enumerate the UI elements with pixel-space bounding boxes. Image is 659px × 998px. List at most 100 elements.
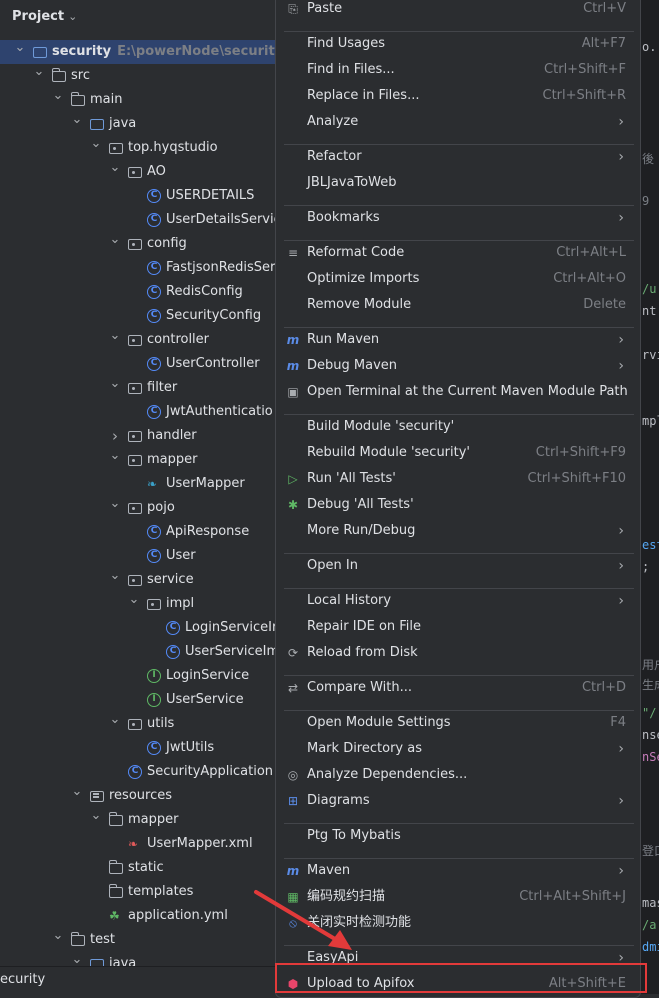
tree-item-label: JwtAuthenticatio [166, 404, 273, 419]
chevron-down-icon[interactable]: ⌄ [109, 232, 121, 252]
tree-row[interactable]: ⌄ AO [0, 160, 275, 184]
tree-row[interactable]: ⌄ utils [0, 712, 275, 736]
tree-row[interactable]: C SecurityConfig [0, 304, 275, 328]
menu-item-repair-ide-on-file[interactable]: Repair IDE on File [284, 614, 634, 640]
tree-row[interactable]: ⌄ controller [0, 328, 275, 352]
tree-row[interactable]: ❧ UserMapper [0, 472, 275, 496]
chevron-down-icon[interactable]: ⌄ [90, 808, 102, 828]
menu-item-shortcut: Delete [583, 297, 626, 312]
tree-row[interactable]: C UserController [0, 352, 275, 376]
menu-item-refactor[interactable]: Refactor › [284, 144, 634, 170]
chevron-down-icon[interactable]: ⌄ [109, 712, 121, 732]
menu-item-find-in-files[interactable]: Find in Files... Ctrl+Shift+F [284, 57, 634, 83]
menu-item-analyze-dependencies[interactable]: ◎ Analyze Dependencies... [284, 762, 634, 788]
tree-row[interactable]: C UserServiceIm [0, 640, 275, 664]
tree-row[interactable]: ⌄ impl [0, 592, 275, 616]
tree-row[interactable]: ⌄ resources [0, 784, 275, 808]
tree-row[interactable]: C SecurityApplication [0, 760, 275, 784]
tree-row[interactable]: I LoginService [0, 664, 275, 688]
tree-row[interactable]: C RedisConfig [0, 280, 275, 304]
chevron-down-icon[interactable]: ⌄ [33, 64, 45, 84]
menu-item-local-history[interactable]: Local History › [284, 588, 634, 614]
chevron-down-icon[interactable]: ⌄ [68, 10, 77, 23]
tree-row[interactable]: › handler [0, 424, 275, 448]
tree-row[interactable]: ⌄ main [0, 88, 275, 112]
menu-item-optimize-imports[interactable]: Optimize Imports Ctrl+Alt+O [284, 266, 634, 292]
tree-row[interactable]: ⌄ security E:\powerNode\security [0, 40, 275, 64]
chevron-down-icon[interactable]: ⌄ [90, 136, 102, 156]
chevron-right-icon[interactable]: › [109, 424, 121, 448]
tree-row[interactable]: ⌄ config [0, 232, 275, 256]
tree-row[interactable]: static [0, 856, 275, 880]
chevron-down-icon[interactable]: ⌄ [14, 40, 26, 60]
chevron-down-icon[interactable]: ⌄ [52, 928, 64, 948]
menu-item-run-maven[interactable]: m Run Maven › [284, 327, 634, 353]
menu-item-open-in[interactable]: Open In › [284, 553, 634, 579]
menu-item-replace-in-files[interactable]: Replace in Files... Ctrl+Shift+R [284, 83, 634, 109]
chevron-down-icon[interactable]: ⌄ [109, 448, 121, 468]
tree-row[interactable]: C JwtUtils [0, 736, 275, 760]
tree-item-label: application.yml [128, 908, 228, 923]
menu-item-rebuild-module-security[interactable]: Rebuild Module 'security' Ctrl+Shift+F9 [284, 440, 634, 466]
menu-item-ptg-to-mybatis[interactable]: Ptg To Mybatis [284, 823, 634, 849]
menu-item-jbljavatoweb[interactable]: JBLJavaToWeb [284, 170, 634, 196]
menu-item-reload-from-disk[interactable]: ⟳ Reload from Disk [284, 640, 634, 666]
menu-item-label: Rebuild Module 'security' [307, 445, 471, 460]
tree-row[interactable]: ⌄ java [0, 112, 275, 136]
tree-item-label: RedisConfig [166, 284, 243, 299]
menu-item-open-terminal-at-the-current-maven-module-path[interactable]: ▣ Open Terminal at the Current Maven Modu… [284, 379, 634, 405]
chevron-down-icon[interactable]: ⌄ [71, 112, 83, 132]
menu-item-compare-with[interactable]: ⇄ Compare With... Ctrl+D [284, 675, 634, 701]
menu-item-bookmarks[interactable]: Bookmarks › [284, 205, 634, 231]
chevron-down-icon[interactable]: ⌄ [109, 160, 121, 180]
folder-icon [51, 68, 66, 82]
annotation-arrow-icon [254, 890, 352, 950]
tree-row[interactable]: C FastjsonRedisSer [0, 256, 275, 280]
editor-area[interactable]: o. 後 9/u nt rvi mpl est; 用户生成 "/ nse nSe 登口 mas/a dmi [640, 0, 659, 994]
menu-item-find-usages[interactable]: Find Usages Alt+F7 [284, 31, 634, 57]
tree-row[interactable]: ❧ UserMapper.xml [0, 832, 275, 856]
chevron-down-icon[interactable]: ⌄ [109, 376, 121, 396]
tree-row[interactable]: templates [0, 880, 275, 904]
project-panel-header[interactable]: Project ⌄ [0, 0, 275, 32]
menu-item-reformat-code[interactable]: ≡ Reformat Code Ctrl+Alt+L [284, 240, 634, 266]
tree-row[interactable]: ⌄ filter [0, 376, 275, 400]
chevron-down-icon[interactable]: ⌄ [109, 496, 121, 516]
menu-item-build-module-security[interactable]: Build Module 'security' [284, 414, 634, 440]
chevron-down-icon[interactable]: ⌄ [71, 784, 83, 804]
menu-item-remove-module[interactable]: Remove Module Delete [284, 292, 634, 318]
chevron-down-icon[interactable]: ⌄ [52, 88, 64, 108]
tree-row[interactable]: C ApiResponse [0, 520, 275, 544]
menu-item-label: Replace in Files... [307, 88, 420, 103]
menu-item-debug-all-tests[interactable]: ✱ Debug 'All Tests' [284, 492, 634, 518]
menu-item-label: Compare With... [307, 680, 413, 695]
package-icon [128, 239, 142, 250]
package-icon [128, 455, 142, 466]
tree-row[interactable]: C UserDetailsServic [0, 208, 275, 232]
chevron-down-icon[interactable]: ⌄ [109, 568, 121, 588]
tree-row[interactable]: ⌄ test [0, 928, 275, 952]
tree-row[interactable]: C User [0, 544, 275, 568]
chevron-down-icon[interactable]: ⌄ [109, 328, 121, 348]
tree-row[interactable]: ⌄ service [0, 568, 275, 592]
tree-row[interactable]: ☘ application.yml [0, 904, 275, 928]
tree-row[interactable]: ⌄ src [0, 64, 275, 88]
tree-row[interactable]: C USERDETAILS [0, 184, 275, 208]
chevron-down-icon[interactable]: ⌄ [128, 592, 140, 612]
menu-item-paste[interactable]: ⎘ Paste Ctrl+V [284, 0, 634, 22]
menu-item-open-module-settings[interactable]: Open Module Settings F4 [284, 710, 634, 736]
tree-row[interactable]: ⌄ mapper [0, 808, 275, 832]
menu-item-mark-directory-as[interactable]: Mark Directory as › [284, 736, 634, 762]
tree-row[interactable]: C JwtAuthenticatio [0, 400, 275, 424]
tree-row[interactable]: ⌄ mapper [0, 448, 275, 472]
tree-row[interactable]: I UserService [0, 688, 275, 712]
menu-item-debug-maven[interactable]: m Debug Maven › [284, 353, 634, 379]
menu-item-diagrams[interactable]: ⊞ Diagrams › [284, 788, 634, 814]
menu-item-run-all-tests[interactable]: ▷ Run 'All Tests' Ctrl+Shift+F10 [284, 466, 634, 492]
menu-item-more-run-debug[interactable]: More Run/Debug › [284, 518, 634, 544]
tree-row[interactable]: C LoginServiceIr [0, 616, 275, 640]
menu-item-label: Run Maven [307, 332, 380, 347]
tree-row[interactable]: ⌄ top.hyqstudio [0, 136, 275, 160]
menu-item-analyze[interactable]: Analyze › [284, 109, 634, 135]
tree-row[interactable]: ⌄ pojo [0, 496, 275, 520]
